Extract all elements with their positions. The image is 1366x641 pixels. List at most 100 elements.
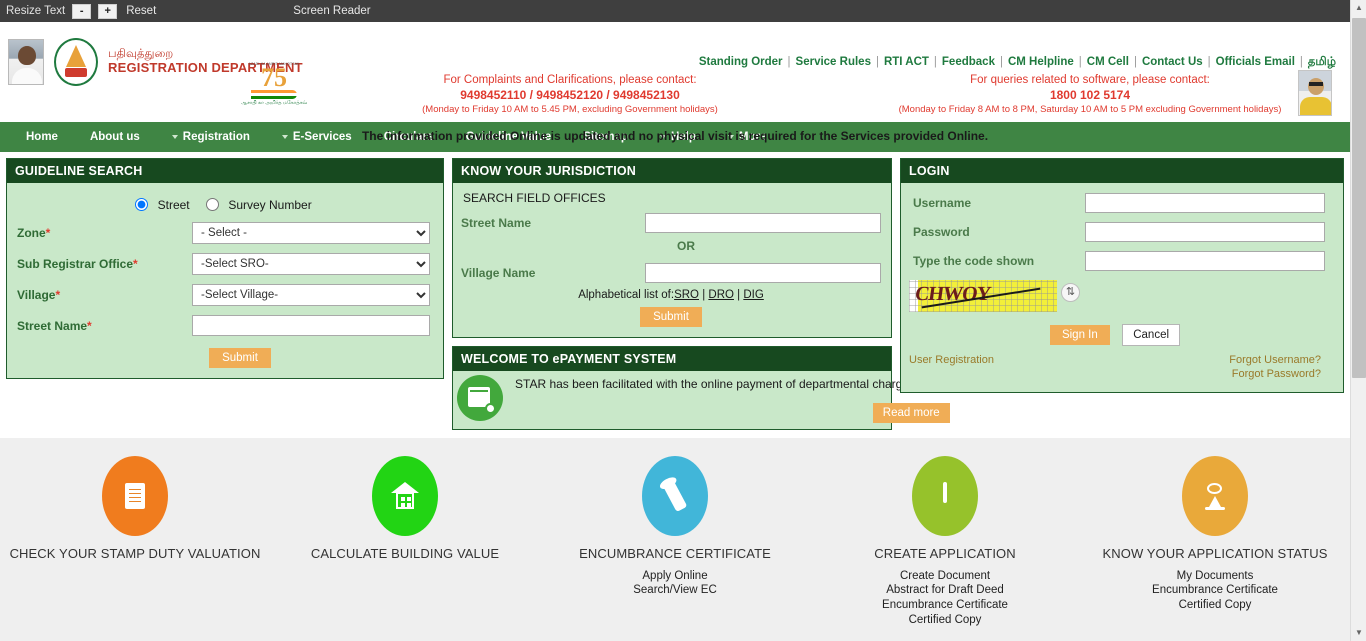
forgot-username-link[interactable]: Forgot Username? [1229, 354, 1321, 366]
captcha-label: Type the code shown [905, 254, 1085, 268]
guideline-search-submit-button[interactable]: Submit [209, 348, 271, 368]
street-name-label: Street Name* [17, 319, 192, 333]
username-input[interactable] [1085, 193, 1325, 213]
scroll-icon [642, 456, 708, 536]
user-registration-link[interactable]: User Registration [909, 354, 994, 382]
service-stamp-duty-valuation[interactable]: CHECK YOUR STAMP DUTY VALUATION [0, 456, 270, 628]
village-select[interactable]: -Select Village- [192, 284, 430, 306]
village-row: Village* -Select Village- [17, 284, 433, 306]
username-row: Username [905, 193, 1325, 213]
sign-in-button[interactable]: Sign In [1050, 325, 1110, 345]
top-link-service-rules[interactable]: Service Rules [796, 56, 871, 68]
service-title-create-application: CREATE APPLICATION [810, 546, 1080, 561]
increase-text-button[interactable]: + [98, 4, 117, 19]
sublink-my-documents[interactable]: My Documents [1080, 569, 1350, 584]
cancel-button[interactable]: Cancel [1122, 324, 1180, 346]
epayment-panel: WELCOME TO ePAYMENT SYSTEM STAR has been… [452, 346, 892, 430]
service-sublinks-encumbrance: Apply Online Search/View EC [540, 569, 810, 598]
service-sublinks-create-application: Create Document Abstract for Draft Deed … [810, 569, 1080, 628]
sublink-apply-online[interactable]: Apply Online [540, 569, 810, 584]
street-name-input[interactable] [192, 315, 430, 336]
accessibility-bar: Resize Text - + Reset Screen Reader [0, 0, 1350, 22]
password-input[interactable] [1085, 222, 1325, 242]
site-header: பதிவுத்துறை REGISTRATION DEPARTMENT AZAD… [0, 22, 1350, 122]
software-hours: (Monday to Friday 8 AM to 8 PM, Saturday… [850, 104, 1330, 115]
former-leader-photo [1298, 70, 1332, 116]
jurisdiction-street-label: Street Name [461, 216, 645, 230]
captcha-input[interactable] [1085, 251, 1325, 271]
reset-text-button[interactable]: Reset [126, 5, 156, 17]
guideline-search-title: GUIDELINE SEARCH [7, 159, 443, 183]
service-title-building-value: CALCULATE BUILDING VALUE [270, 546, 540, 561]
link-dig[interactable]: DIG [743, 289, 763, 301]
panels-row: GUIDELINE SEARCH Street Survey Number Zo… [0, 152, 1350, 430]
jurisdiction-village-input[interactable] [645, 263, 881, 283]
top-link-tamil[interactable]: தமிழ் [1308, 56, 1336, 68]
epayment-body-wrap: STAR has been facilitated with the onlin… [515, 375, 950, 423]
complaints-title: For Complaints and Clarifications, pleas… [330, 74, 810, 86]
refresh-icon[interactable]: ⇅ [1061, 283, 1080, 302]
jurisdiction-panel: KNOW YOUR JURISDICTION SEARCH FIELD OFFI… [452, 158, 892, 338]
jurisdiction-village-row: Village Name [461, 263, 881, 283]
zone-select[interactable]: - Select - [192, 222, 430, 244]
alphabetical-list-row: Alphabetical list of:SRO | DRO | DIG [461, 289, 881, 301]
login-footer-links: User Registration Forgot Username? Forgo… [905, 354, 1325, 382]
sublink-encumbrance-certificate[interactable]: Encumbrance Certificate [810, 598, 1080, 613]
login-buttons: Sign In Cancel [905, 324, 1325, 346]
jurisdiction-street-row: Street Name [461, 213, 881, 233]
decrease-text-button[interactable]: - [72, 4, 91, 19]
service-create-application[interactable]: CREATE APPLICATION Create Document Abstr… [810, 456, 1080, 628]
top-link-cm-helpline[interactable]: CM Helpline [1008, 56, 1074, 68]
page-root: Resize Text - + Reset Screen Reader பதிவ… [0, 0, 1350, 641]
sublink-status-encumbrance-certificate[interactable]: Encumbrance Certificate [1080, 583, 1350, 598]
page-scrollbar[interactable]: ▲ ▼ [1350, 0, 1366, 641]
link-sro[interactable]: SRO [674, 289, 699, 301]
sublink-certified-copy[interactable]: Certified Copy [810, 613, 1080, 628]
forgot-password-link[interactable]: Forgot Password? [1229, 368, 1321, 380]
username-label: Username [905, 196, 1085, 210]
house-icon [372, 456, 438, 536]
captcha-row: Type the code shown [905, 251, 1325, 271]
service-title-stamp-duty: CHECK YOUR STAMP DUTY VALUATION [0, 546, 270, 561]
service-title-application-status: KNOW YOUR APPLICATION STATUS [1080, 546, 1350, 561]
radio-survey-number[interactable] [206, 198, 219, 211]
zone-label: Zone* [17, 226, 192, 240]
service-application-status[interactable]: KNOW YOUR APPLICATION STATUS My Document… [1080, 456, 1350, 628]
calendar-plus-icon [457, 375, 503, 421]
sro-select[interactable]: -Select SRO- [192, 253, 430, 275]
sublink-status-certified-copy[interactable]: Certified Copy [1080, 598, 1350, 613]
jurisdiction-submit-button[interactable]: Submit [640, 307, 702, 327]
top-link-rti-act[interactable]: RTI ACT [884, 56, 929, 68]
link-dro[interactable]: DRO [708, 289, 734, 301]
top-link-feedback[interactable]: Feedback [942, 56, 995, 68]
search-type-radio-group: Street Survey Number [17, 195, 433, 212]
complaints-hours: (Monday to Friday 10 AM to 5.45 PM, excl… [330, 104, 810, 115]
epayment-body: STAR has been facilitated with the onlin… [515, 377, 950, 393]
scroll-down-arrow-icon[interactable]: ▼ [1351, 625, 1366, 641]
top-link-cm-cell[interactable]: CM Cell [1087, 56, 1129, 68]
top-link-standing-order[interactable]: Standing Order [699, 56, 783, 68]
epayment-read-more-button[interactable]: Read more [873, 403, 950, 423]
scroll-up-arrow-icon[interactable]: ▲ [1351, 0, 1366, 16]
azadi-number: 75 [238, 67, 310, 89]
sublink-abstract-draft-deed[interactable]: Abstract for Draft Deed [810, 583, 1080, 598]
password-label: Password [905, 225, 1085, 239]
sublink-create-document[interactable]: Create Document [810, 569, 1080, 584]
laptop-icon [912, 456, 978, 536]
radio-street-label[interactable]: Street [158, 198, 190, 212]
radio-survey-number-label[interactable]: Survey Number [228, 198, 311, 212]
radio-street[interactable] [135, 198, 148, 211]
sublink-search-view-ec[interactable]: Search/View EC [540, 583, 810, 598]
software-title: For queries related to software, please … [850, 74, 1330, 86]
top-utility-links: Standing Order|Service Rules|RTI ACT|Fee… [699, 56, 1336, 70]
service-calculate-building-value[interactable]: CALCULATE BUILDING VALUE [270, 456, 540, 628]
top-link-contact-us[interactable]: Contact Us [1142, 56, 1203, 68]
scrollbar-thumb[interactable] [1352, 18, 1366, 378]
service-encumbrance-certificate[interactable]: ENCUMBRANCE CERTIFICATE Apply Online Sea… [540, 456, 810, 628]
alphabetical-list-prefix: Alphabetical list of: [578, 289, 674, 301]
jurisdiction-title: KNOW YOUR JURISDICTION [453, 159, 891, 183]
top-link-officials-email[interactable]: Officials Email [1216, 56, 1295, 68]
screen-reader-link[interactable]: Screen Reader [293, 5, 370, 17]
jurisdiction-street-input[interactable] [645, 213, 881, 233]
service-title-encumbrance: ENCUMBRANCE CERTIFICATE [540, 546, 810, 561]
